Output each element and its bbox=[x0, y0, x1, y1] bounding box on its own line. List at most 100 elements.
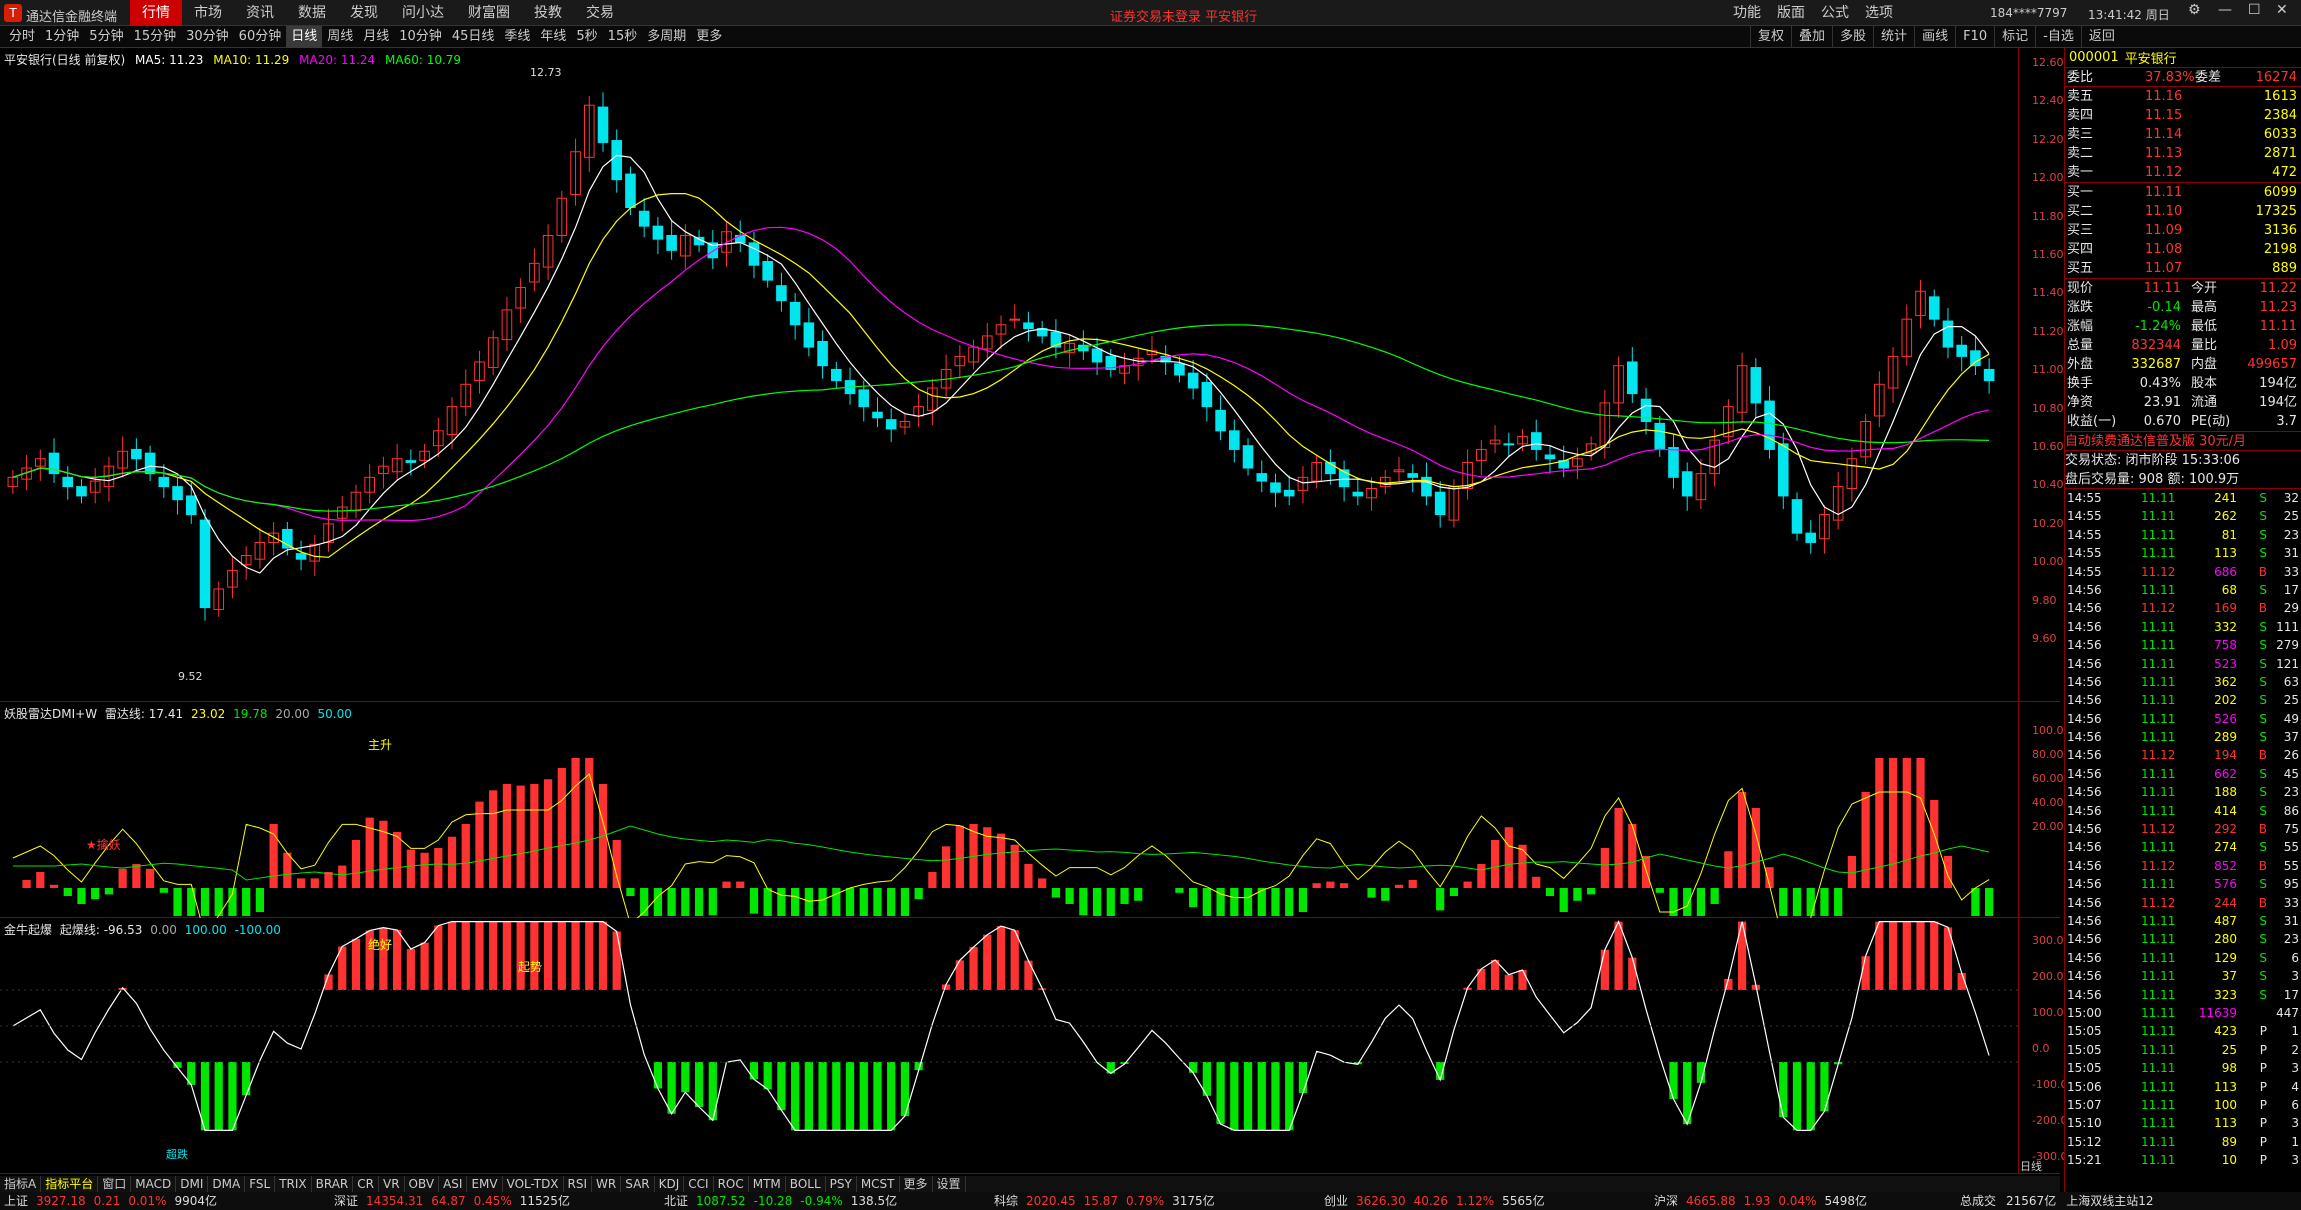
indicator-tab[interactable]: DMI bbox=[176, 1176, 209, 1192]
radar-chart[interactable] bbox=[0, 702, 2018, 918]
chart-button[interactable]: 统计 bbox=[1873, 26, 1914, 48]
index-field: 14354.31 bbox=[366, 1194, 424, 1208]
indicator-tab[interactable]: DMA bbox=[208, 1176, 246, 1192]
indicator-tab[interactable]: 指标平台 bbox=[41, 1176, 99, 1192]
ad-banner[interactable]: 自动续费通达信普及版 30元/月 bbox=[2065, 432, 2301, 451]
chart-button[interactable]: 多股 bbox=[1832, 26, 1873, 48]
indicator-tab[interactable]: EMV bbox=[467, 1176, 503, 1192]
xaxis-mode[interactable]: 日线 bbox=[2020, 1158, 2042, 1174]
period-tab[interactable]: 季线 bbox=[499, 26, 535, 48]
tick-field: 14:55 bbox=[2067, 564, 2102, 579]
index-quote[interactable]: 创业 3626.30 40.26 1.12% 5565亿 bbox=[1324, 1192, 1553, 1210]
login-notice[interactable]: 证券交易未登录 平安银行 bbox=[1110, 6, 1257, 25]
indicator-tab[interactable]: FSL bbox=[245, 1176, 276, 1192]
stock-code[interactable]: 000001 bbox=[2069, 50, 2119, 65]
menu-item[interactable]: 投教 bbox=[522, 0, 574, 26]
right-menu-item[interactable]: 选项 bbox=[1857, 0, 1901, 26]
menu-item[interactable]: 财富圈 bbox=[456, 0, 522, 26]
menu-item[interactable]: 资讯 bbox=[234, 0, 286, 26]
close-icon[interactable]: ✕ bbox=[2276, 2, 2288, 18]
chart-button[interactable]: F10 bbox=[1955, 26, 1994, 48]
menu-item[interactable]: 发现 bbox=[338, 0, 390, 26]
index-quote[interactable]: 上证 3927.18 0.21 0.01% 9904亿 bbox=[4, 1192, 225, 1210]
book-label: 卖三 bbox=[2067, 127, 2094, 142]
indicator-tab[interactable]: VOL-TDX bbox=[503, 1176, 564, 1192]
indicator-tab[interactable]: RSI bbox=[564, 1176, 593, 1192]
period-tab[interactable]: 30分钟 bbox=[181, 26, 234, 48]
indicator-tab[interactable]: MTM bbox=[749, 1176, 786, 1192]
axis-tick-label: 11.00 bbox=[2032, 363, 2064, 377]
period-tab[interactable]: 年线 bbox=[535, 26, 571, 48]
period-tab[interactable]: 更多 bbox=[691, 26, 727, 48]
chart-button[interactable]: 复权 bbox=[1750, 26, 1791, 48]
menu-item[interactable]: 市场 bbox=[182, 0, 234, 26]
period-tab[interactable]: 1分钟 bbox=[40, 26, 84, 48]
stat-field: 194亿 bbox=[2259, 376, 2297, 391]
tick-list[interactable]: 14:55 11.11 241 S 32 14:55 11.11 262 S 25 14:55 11.… bbox=[2065, 489, 2301, 1169]
index-quote[interactable]: 深证 14354.31 64.87 0.45% 11525亿 bbox=[334, 1192, 578, 1210]
tick-field: 11.11 bbox=[2141, 1061, 2176, 1076]
index-quote[interactable]: 北证 1087.52 -10.28 -0.94% 138.5亿 bbox=[664, 1192, 905, 1210]
menu-item[interactable]: 问小达 bbox=[390, 0, 456, 26]
period-tab[interactable]: 多周期 bbox=[642, 26, 691, 48]
indicator-tab[interactable]: BRAR bbox=[312, 1176, 354, 1192]
period-tab[interactable]: 45日线 bbox=[447, 26, 500, 48]
indicator-tab[interactable]: 窗口 bbox=[98, 1176, 132, 1192]
indicator-tab[interactable]: CCI bbox=[684, 1176, 714, 1192]
minimize-icon[interactable]: — bbox=[2218, 2, 2232, 18]
period-tab[interactable]: 5秒 bbox=[571, 26, 602, 48]
indicator-tab[interactable]: 指标A bbox=[0, 1176, 42, 1192]
indicator-tab[interactable]: 更多 bbox=[900, 1176, 933, 1192]
kline-chart[interactable] bbox=[0, 48, 2018, 702]
chart-button[interactable]: 画线 bbox=[1914, 26, 1955, 48]
period-tab[interactable]: 15秒 bbox=[603, 26, 643, 48]
chart-button[interactable]: 标记 bbox=[1994, 26, 2035, 48]
indicator-tab[interactable]: ROC bbox=[714, 1176, 749, 1192]
tick-field: 280 bbox=[2214, 932, 2237, 947]
period-tab[interactable]: 60分钟 bbox=[234, 26, 287, 48]
indicator-tab[interactable]: OBV bbox=[405, 1176, 440, 1192]
period-tab[interactable]: 日线 bbox=[286, 26, 323, 48]
indicator-tab[interactable]: 设置 bbox=[933, 1176, 966, 1192]
period-tab[interactable]: 月线 bbox=[358, 26, 394, 48]
menu-item[interactable]: 交易 bbox=[574, 0, 626, 26]
right-menu-item[interactable]: 功能 bbox=[1725, 0, 1769, 26]
index-quote[interactable]: 沪深 4665.88 1.93 0.04% 5498亿 bbox=[1654, 1192, 1875, 1210]
right-menu-item[interactable]: 公式 bbox=[1813, 0, 1857, 26]
indicator-tab[interactable]: PSY bbox=[826, 1176, 857, 1192]
tick-field: 37 bbox=[2221, 969, 2237, 984]
indicator-radar-panel[interactable]: 妖股雷达DMI+W 雷达线: 17.41 23.02 19.78 20.00 5… bbox=[0, 702, 2071, 918]
indicator-tab[interactable]: MACD bbox=[131, 1176, 177, 1192]
indicator-tab[interactable]: WR bbox=[592, 1176, 622, 1192]
indicator-tab[interactable]: ASI bbox=[439, 1176, 468, 1192]
period-tab[interactable]: 15分钟 bbox=[129, 26, 182, 48]
tick-row: 14:56 11.11 487 S 31 bbox=[2065, 912, 2301, 930]
chart-button[interactable]: -自选 bbox=[2035, 26, 2081, 48]
maximize-icon[interactable]: ☐ bbox=[2248, 2, 2261, 18]
stock-name[interactable]: 平安银行 bbox=[2125, 48, 2177, 67]
skin-icon[interactable]: ⚙ bbox=[2188, 2, 2201, 18]
indicator-tab[interactable]: CR bbox=[353, 1176, 379, 1192]
indicator-tab[interactable]: KDJ bbox=[655, 1176, 685, 1192]
period-tab[interactable]: 周线 bbox=[322, 26, 358, 48]
jinniu-chart[interactable] bbox=[0, 918, 2018, 1174]
book-row: 卖二 11.13 2871 bbox=[2065, 144, 2301, 163]
chart-button[interactable]: 返回 bbox=[2080, 26, 2122, 48]
indicator-tab[interactable]: VR bbox=[379, 1176, 405, 1192]
chart-button[interactable]: 叠加 bbox=[1791, 26, 1832, 48]
right-menu-item[interactable]: 版面 bbox=[1769, 0, 1813, 26]
period-tab[interactable]: 10分钟 bbox=[394, 26, 447, 48]
indicator-tab[interactable]: SAR bbox=[621, 1176, 655, 1192]
period-tab[interactable]: 5分钟 bbox=[84, 26, 128, 48]
menu-item[interactable]: 行情 bbox=[130, 0, 182, 26]
axis-tick-label: 11.80 bbox=[2032, 209, 2064, 223]
kline-panel[interactable]: 平安银行(日线 前复权) MA5: 11.23 MA10: 11.29 MA20… bbox=[0, 48, 2064, 702]
index-quote[interactable]: 科综 2020.45 15.87 0.79% 3175亿 bbox=[994, 1192, 1223, 1210]
indicator-jinniu-panel[interactable]: 金牛起爆 起爆线: -96.53 0.00 100.00 -100.00 绝好 … bbox=[0, 918, 2067, 1174]
menu-item[interactable]: 数据 bbox=[286, 0, 338, 26]
period-tab[interactable]: 分时 bbox=[4, 26, 40, 48]
indicator-tab[interactable]: TRIX bbox=[275, 1176, 312, 1192]
indicator-tab[interactable]: MCST bbox=[857, 1176, 900, 1192]
indicator-tab[interactable]: BOLL bbox=[786, 1176, 826, 1192]
user-account[interactable]: 184****7797 bbox=[1990, 6, 2067, 20]
